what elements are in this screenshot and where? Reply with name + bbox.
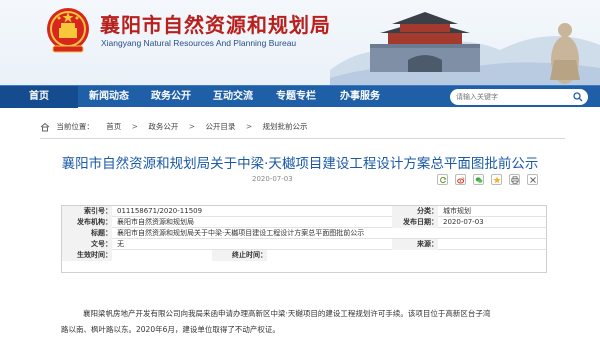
index-value: 011158671/2020-11509 — [117, 207, 203, 215]
breadcrumb-divider — [40, 138, 565, 139]
body-paragraph-line1: 襄阳梁帆房地产开发有限公司向我局来函申请办理高新区中梁·天樾项目的建设工程规划许… — [83, 309, 491, 318]
site-title-cn: 襄阳市自然资源和规划局 — [100, 13, 331, 37]
breadcrumb-separator: > — [131, 122, 138, 131]
nav-item-services[interactable]: 办事服务 — [328, 86, 392, 108]
category-label: 分类： — [392, 206, 438, 217]
docno-label: 文号： — [62, 239, 112, 250]
pubdate-value: 2020-07-03 — [443, 218, 484, 226]
subject-label: 标题： — [62, 228, 112, 239]
search-box — [450, 89, 588, 105]
site-title-en: Xiangyang Natural Resources And Planning… — [101, 38, 297, 48]
nav-item-gov-affairs[interactable]: 政务公开 — [140, 86, 202, 108]
publisher-value: 襄阳市自然资源和规划局 — [117, 218, 194, 226]
document-meta-table: 索引号： 011158671/2020-11509 分类： 城市规划 发布机构：… — [61, 205, 547, 273]
subject-value: 襄阳市自然资源和规划局关于中梁·天樾项目建设工程设计方案总平面图批前公示 — [117, 229, 365, 237]
print-icon[interactable] — [509, 174, 520, 185]
breadcrumb-prefix: 当前位置： — [56, 122, 94, 131]
meta-row: 标题： 襄阳市自然资源和规划局关于中梁·天樾项目建设工程设计方案总平面图批前公示 — [62, 228, 546, 239]
nav-item-special[interactable]: 专题专栏 — [264, 86, 328, 108]
wechat-icon[interactable] — [473, 174, 484, 185]
close-icon[interactable] — [527, 174, 538, 185]
search-input[interactable] — [456, 89, 566, 105]
home-icon — [40, 122, 50, 131]
main-nav: 首页 新闻动态 政务公开 互动交流 专题专栏 办事服务 — [0, 85, 600, 108]
body-paragraph-line2: 路以南、枫叶路以东。2020年6月，建设单位取得了不动产权证。 — [61, 325, 280, 334]
effective-label: 生效时间： — [62, 250, 112, 261]
expire-label: 终止时间： — [212, 250, 267, 261]
breadcrumb: 当前位置： 首页 > 政务公开 > 公开目录 > 规划批前公示 — [40, 121, 308, 133]
meta-row: 生效时间： 终止时间： — [62, 250, 546, 261]
nav-item-home[interactable]: 首页 — [0, 86, 78, 108]
meta-row: 文号： 无 来源： — [62, 239, 546, 250]
docno-value: 无 — [117, 240, 124, 248]
qzone-icon[interactable] — [491, 174, 502, 185]
breadcrumb-gov-affairs[interactable]: 政务公开 — [148, 121, 178, 132]
nav-item-interaction[interactable]: 互动交流 — [202, 86, 264, 108]
pubdate-label: 发布日期： — [392, 217, 438, 228]
source-label: 来源： — [392, 239, 438, 250]
site-header: 襄阳市自然资源和规划局 Xiangyang Natural Resources … — [0, 0, 600, 85]
city-gate-illustration — [330, 12, 600, 85]
meta-row: 发布机构： 襄阳市自然资源和规划局 发布日期： 2020-07-03 — [62, 217, 546, 228]
weibo-icon[interactable] — [455, 174, 466, 185]
breadcrumb-separator: > — [188, 122, 196, 131]
breadcrumb-catalog[interactable]: 公开目录 — [205, 121, 235, 132]
article-date: 2020-07-03 — [252, 175, 293, 183]
meta-row: 索引号： 011158671/2020-11509 分类： 城市规划 — [62, 206, 546, 217]
publisher-label: 发布机构： — [62, 217, 112, 228]
breadcrumb-home[interactable]: 首页 — [106, 121, 121, 132]
category-value: 城市规划 — [443, 207, 471, 215]
search-icon[interactable] — [573, 92, 583, 102]
refresh-icon[interactable] — [437, 174, 448, 185]
national-emblem-icon — [47, 8, 89, 53]
index-label: 索引号： — [62, 206, 112, 217]
article-title: 襄阳市自然资源和规划局关于中梁·天樾项目建设工程设计方案总平面图批前公示 — [61, 156, 539, 172]
breadcrumb-current[interactable]: 规划批前公示 — [263, 121, 308, 132]
nav-item-news[interactable]: 新闻动态 — [78, 86, 140, 108]
breadcrumb-separator: > — [245, 122, 253, 131]
